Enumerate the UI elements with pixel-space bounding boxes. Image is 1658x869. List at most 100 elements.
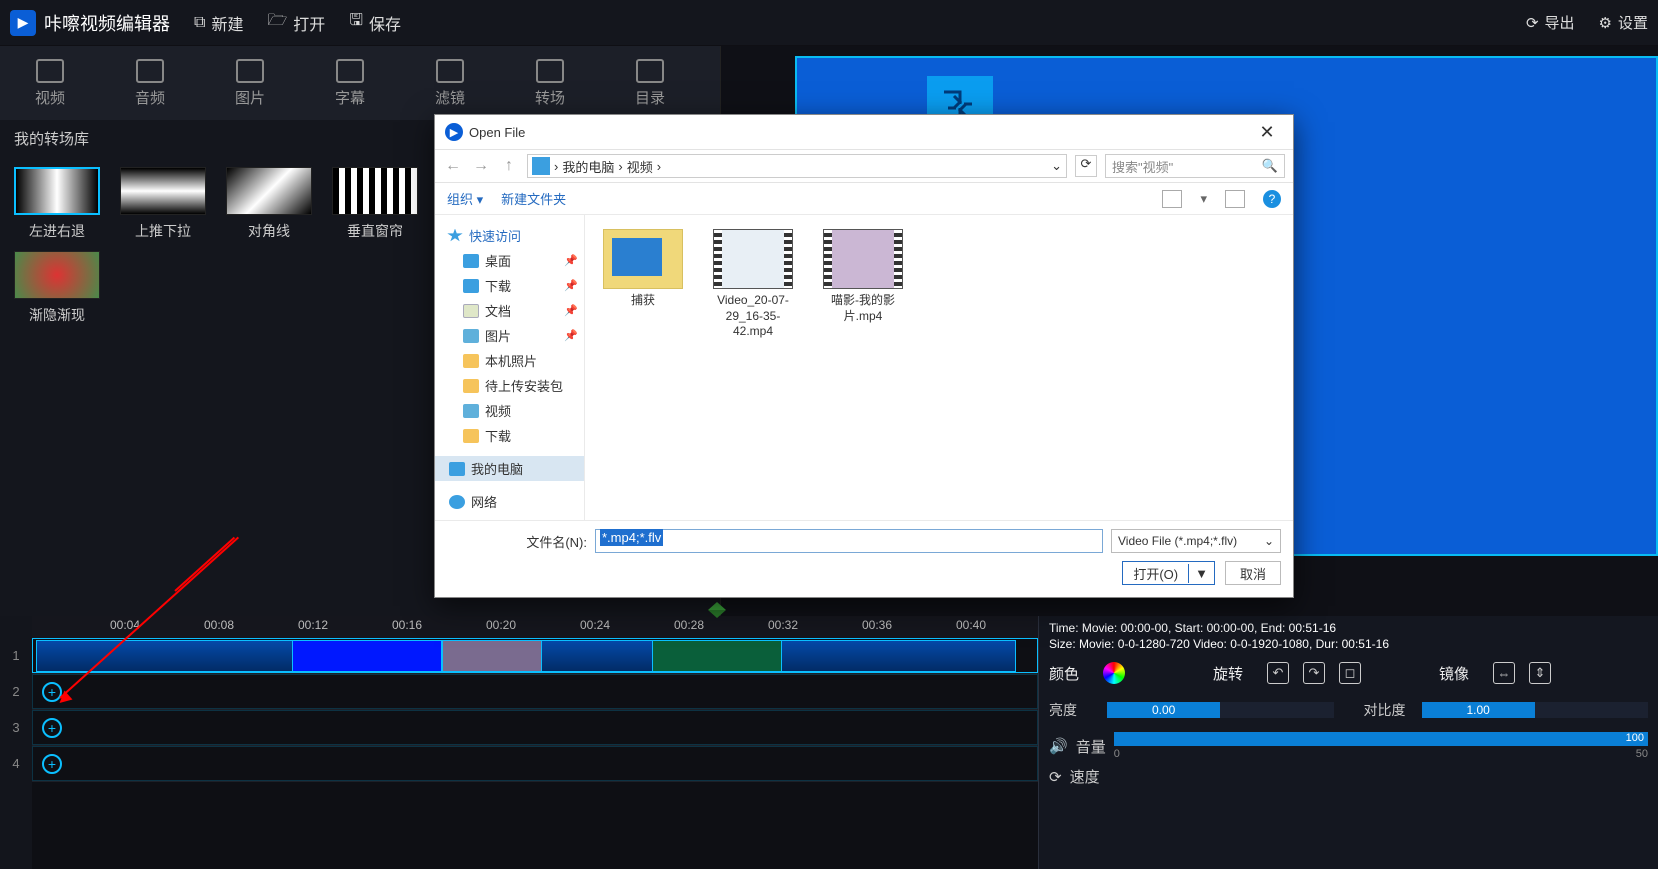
contrast-slider[interactable]: 1.00 — [1422, 702, 1649, 718]
timeline-main[interactable]: 00:04 00:08 00:12 00:16 00:20 00:24 00:2… — [32, 616, 1038, 869]
timeline-ruler[interactable]: 00:04 00:08 00:12 00:16 00:20 00:24 00:2… — [32, 616, 1038, 638]
open-button[interactable]: 打开(O)▼ — [1122, 561, 1215, 585]
menu-open[interactable]: 🗁 打开 — [267, 9, 325, 36]
clip-video2[interactable] — [652, 640, 782, 672]
sidebar-item-pending[interactable]: 待上传安装包 — [435, 373, 584, 398]
nav-forward-icon[interactable]: → — [471, 157, 491, 175]
rotate-cw-icon[interactable]: ↷ — [1303, 662, 1325, 684]
tab-transition[interactable]: 转场 — [500, 46, 600, 120]
sidebar-item-videos[interactable]: 视频 — [435, 398, 584, 423]
rotate-ccw-icon[interactable]: ↶ — [1267, 662, 1289, 684]
track-1[interactable]: 1 — [32, 638, 1038, 674]
clip-blue[interactable] — [292, 640, 442, 672]
nav-up-icon[interactable]: ↑ — [499, 157, 519, 175]
rotate-square-icon[interactable]: ◻ — [1339, 662, 1361, 684]
filename-input[interactable]: *.mp4;*.flv — [595, 529, 1103, 553]
panel-drag-handle[interactable] — [704, 600, 730, 618]
video-thumb — [823, 229, 903, 289]
volume-slider[interactable]: 100 — [1114, 732, 1648, 746]
open-dropdown-icon[interactable]: ▼ — [1189, 566, 1214, 581]
preview-pane-icon[interactable] — [1225, 190, 1245, 208]
app-logo: ▶ 咔嚓视频编辑器 — [10, 10, 170, 36]
tab-subtitle[interactable]: 字幕 — [300, 46, 400, 120]
close-icon[interactable]: ✕ — [1251, 122, 1283, 143]
search-input[interactable]: 搜索"视频" 🔍 — [1105, 154, 1285, 178]
label-volume: 音量 — [1076, 736, 1106, 757]
file-item-folder[interactable]: 捕获 — [597, 229, 689, 309]
menu-settings[interactable]: ⚙ 设置 — [1599, 12, 1648, 33]
sidebar-quick-access[interactable]: 快速访问 — [435, 223, 584, 248]
tab-audio[interactable]: 音频 — [100, 46, 200, 120]
nav-back-icon[interactable]: ← — [443, 157, 463, 175]
desktop-icon — [463, 254, 479, 268]
clip-video1[interactable] — [442, 640, 542, 672]
sidebar-item-my-pc[interactable]: 我的电脑 — [435, 456, 584, 481]
refresh-icon[interactable]: ⟳ — [1075, 155, 1097, 177]
add-track-button[interactable]: + — [42, 718, 62, 738]
tab-subtitle-label: 字幕 — [335, 87, 365, 108]
tab-catalog[interactable]: 目录 — [600, 46, 700, 120]
pc-icon — [532, 157, 550, 175]
track-4[interactable]: 4+ — [32, 746, 1038, 782]
lib-item-6[interactable]: 渐隐渐现 — [14, 251, 100, 325]
color-picker-icon[interactable] — [1103, 662, 1125, 684]
filetype-value: Video File (*.mp4;*.flv) — [1118, 534, 1237, 548]
file-item-video1[interactable]: Video_20-07-29_16-35-42.mp4 — [707, 229, 799, 340]
volume-icon[interactable]: 🔊 — [1049, 737, 1068, 755]
sidebar-item-pictures[interactable]: 图片📌 — [435, 323, 584, 348]
file-list[interactable]: 捕获 Video_20-07-29_16-35-42.mp4 喵影-我的影片.m… — [585, 215, 1293, 520]
view-mode-icon[interactable] — [1162, 190, 1182, 208]
track-3[interactable]: 3+ — [32, 710, 1038, 746]
track-2[interactable]: 2+ — [32, 674, 1038, 710]
sidebar-item-downloads2[interactable]: 下载 — [435, 423, 584, 448]
lib-thumb — [120, 167, 206, 215]
sidebar-item-desktop[interactable]: 桌面📌 — [435, 248, 584, 273]
menubar: ▶ 咔嚓视频编辑器 ⧉ 新建 🗁 打开 🖫 保存 ⟳ 导出 ⚙ 设置 — [0, 0, 1658, 46]
organize-button[interactable]: 组织 ▾ — [447, 189, 483, 208]
mirror-v-icon[interactable]: ⇕ — [1529, 662, 1551, 684]
pin-icon: 📌 — [564, 329, 578, 342]
tab-video[interactable]: 视频 — [0, 46, 100, 120]
cancel-button[interactable]: 取消 — [1225, 561, 1281, 585]
ruler-mark: 00:20 — [486, 618, 516, 632]
sidebar-item-documents[interactable]: 文档📌 — [435, 298, 584, 323]
mirror-h-icon[interactable]: ⇔ — [1493, 662, 1515, 684]
dialog-titlebar[interactable]: ▶ Open File ✕ — [435, 115, 1293, 149]
add-track-button[interactable]: + — [42, 754, 62, 774]
contrast-value: 1.00 — [1466, 703, 1489, 717]
sidebar-item-network[interactable]: 网络 — [435, 489, 584, 514]
label-speed: 速度 — [1070, 766, 1100, 787]
track-number: 4 — [2, 756, 30, 771]
lib-item-0[interactable]: 左进右退 — [14, 167, 100, 241]
filetype-select[interactable]: Video File (*.mp4;*.flv)⌄ — [1111, 529, 1281, 553]
new-icon: ⧉ — [194, 14, 205, 32]
chevron-down-icon[interactable]: ▾ — [1200, 191, 1207, 207]
menu-new[interactable]: ⧉ 新建 — [194, 11, 243, 35]
breadcrumb-seg[interactable]: 我的电脑 — [562, 157, 614, 176]
breadcrumb[interactable]: › 我的电脑 › 视频 › ⌄ — [527, 154, 1067, 178]
tab-filter[interactable]: 滤镜 — [400, 46, 500, 120]
tab-image[interactable]: 图片 — [200, 46, 300, 120]
volume-value: 100 — [1626, 732, 1644, 744]
ruler-mark: 00:32 — [768, 618, 798, 632]
tab-transition-label: 转场 — [535, 87, 565, 108]
speed-icon[interactable]: ⟳ — [1049, 768, 1062, 786]
file-item-video2[interactable]: 喵影-我的影片.mp4 — [817, 229, 909, 324]
lib-item-3[interactable]: 垂直窗帘 — [332, 167, 418, 241]
sidebar-item-downloads[interactable]: 下载📌 — [435, 273, 584, 298]
lib-thumb — [14, 251, 100, 299]
menu-export[interactable]: ⟳ 导出 — [1526, 12, 1575, 33]
media-tabs: 视频 音频 图片 字幕 滤镜 转场 目录 — [0, 46, 720, 120]
tab-audio-label: 音频 — [135, 87, 165, 108]
menu-save[interactable]: 🖫 保存 — [349, 9, 401, 36]
sidebar-item-local-photos[interactable]: 本机照片 — [435, 348, 584, 373]
new-folder-button[interactable]: 新建文件夹 — [501, 189, 566, 208]
help-icon[interactable]: ? — [1263, 190, 1281, 208]
subtitle-icon — [336, 59, 364, 83]
brightness-slider[interactable]: 0.00 — [1107, 702, 1334, 718]
lib-item-1[interactable]: 上推下拉 — [120, 167, 206, 241]
lib-item-2[interactable]: 对角线 — [226, 167, 312, 241]
picture-icon — [463, 329, 479, 343]
dialog-title: Open File — [469, 125, 525, 140]
breadcrumb-seg[interactable]: 视频 — [627, 157, 653, 176]
